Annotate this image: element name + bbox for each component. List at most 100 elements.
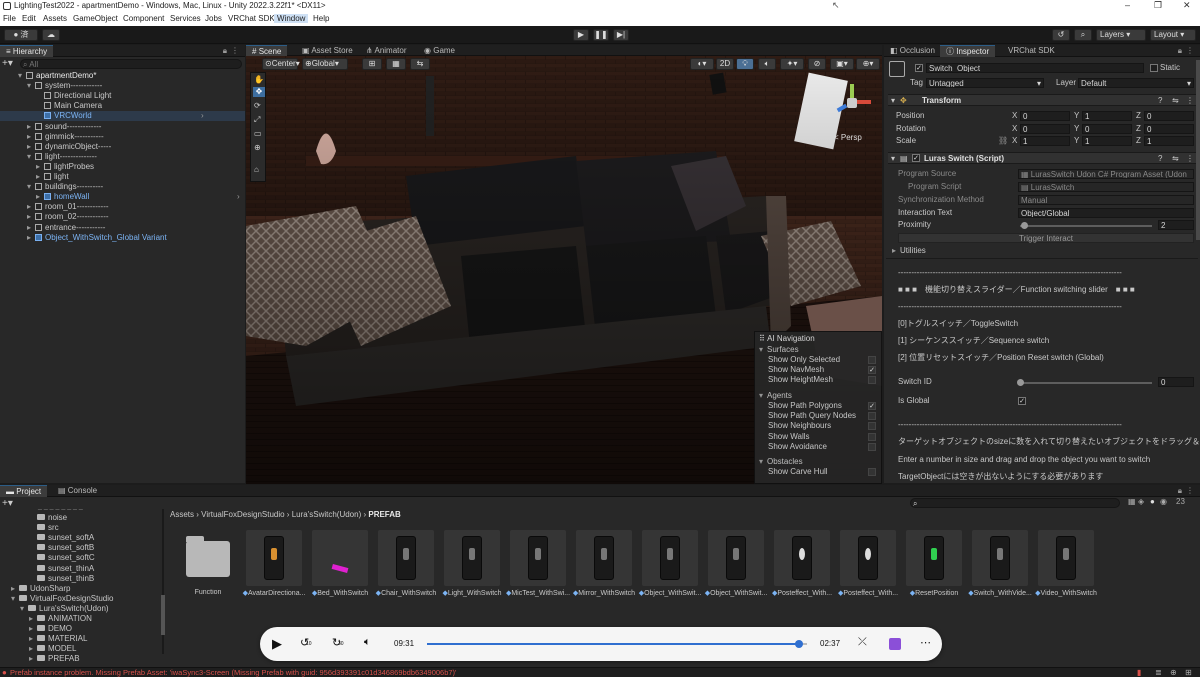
loop-off-icon[interactable]: ⤫ [858, 636, 867, 649]
breadcrumb-prefab[interactable]: PREFAB [368, 510, 400, 519]
bug-icon[interactable]: ▮ [1137, 668, 1141, 677]
proximity-slider-knob[interactable] [1021, 222, 1028, 229]
navmesh-option[interactable]: Show Carve Hull [768, 467, 828, 476]
tab-scene[interactable]: # Scene [246, 45, 288, 56]
project-folder[interactable]: noise [29, 513, 67, 523]
more-icon[interactable]: ⋮ [1186, 46, 1194, 55]
more-options-icon[interactable]: ⋯ [920, 636, 931, 649]
collapsed-icon[interactable]: ▸ [27, 132, 35, 142]
script-enabled-checkbox[interactable]: ✓ [912, 154, 920, 162]
switch-id-slider-track[interactable] [1020, 382, 1152, 384]
navmesh-option-checkbox[interactable]: ✓ [868, 366, 876, 375]
expand-icon[interactable]: ▸ [29, 614, 37, 624]
surfaces-header[interactable]: ▾ Surfaces [759, 345, 799, 354]
asset-thumbnail[interactable] [972, 530, 1028, 586]
history-icon[interactable]: ↺ [1052, 29, 1070, 41]
transform-scale-z-input[interactable]: 1 [1144, 136, 1194, 146]
breadcrumb-assets[interactable]: Assets [170, 510, 194, 519]
expanded-icon[interactable]: ▾ [27, 182, 35, 192]
asset-thumbnail[interactable] [378, 530, 434, 586]
seek-knob[interactable] [795, 640, 804, 648]
project-folder[interactable]: sunset_thinA [29, 564, 94, 574]
effects-icon[interactable]: ✦▾ [780, 58, 804, 70]
tab-game[interactable]: ◉ Game [418, 45, 461, 56]
hierarchy-item[interactable]: ▾ buildings---------- [27, 182, 103, 192]
navmesh-option[interactable]: Show Neighbours [768, 421, 831, 430]
menu-jobs[interactable]: Jobs [205, 14, 222, 23]
navmesh-option-checkbox[interactable] [868, 432, 876, 441]
gizmos-icon[interactable]: ⊕▾ [856, 58, 880, 70]
navmesh-option-checkbox[interactable] [868, 422, 876, 431]
expand-icon[interactable]: ▸ [11, 584, 19, 594]
active-checkbox[interactable]: ✓ [915, 64, 923, 72]
tab-project[interactable]: ▬ Project [0, 485, 48, 497]
custom-tool-icon[interactable]: ⌂ [254, 165, 259, 174]
rotate-tool-icon[interactable]: ⟳ [254, 101, 261, 110]
eye-icon[interactable]: ◉ [1160, 497, 1167, 506]
layer-dropdown[interactable]: Default ▾ [1078, 78, 1194, 88]
menu-file[interactable]: File [3, 14, 16, 23]
more-icon[interactable]: ⋮ [1186, 154, 1194, 163]
script-header[interactable]: ▾ ▤ ✓ Luras Switch (Script) ? ⇋ ⋮ [888, 152, 1200, 164]
tree-scrollbar[interactable] [161, 595, 165, 635]
is-global-checkbox[interactable]: ✓ [1018, 397, 1026, 405]
transform-rotation-y-input[interactable]: 0 [1082, 123, 1132, 134]
navmesh-option[interactable]: Show Walls [768, 432, 810, 441]
preset-icon[interactable]: ⇋ [1172, 96, 1179, 105]
clipchamp-icon[interactable] [889, 638, 901, 650]
lock-icon[interactable]: 🔒︎ [1178, 46, 1182, 56]
transform-position-y-input[interactable]: 1 [1082, 111, 1132, 121]
transform-header[interactable]: ▾ ✥ Transform ? ⇋ ⋮ [888, 94, 1200, 106]
warning-icon[interactable]: ● [1150, 497, 1155, 506]
menu-services[interactable]: Services [170, 14, 201, 23]
obstacles-header[interactable]: ▾ Obstacles [759, 457, 803, 466]
chevron-right-icon[interactable]: › [237, 192, 240, 202]
collapsed-icon[interactable]: ▸ [27, 212, 35, 222]
volume-icon[interactable]: 🔈︎ [364, 636, 371, 649]
collapsed-icon[interactable]: ▸ [27, 233, 35, 243]
navmesh-option-checkbox[interactable]: ✓ [868, 402, 876, 410]
chevron-right-icon[interactable]: › [201, 111, 204, 121]
expand-icon[interactable]: ▸ [29, 644, 37, 654]
asset-thumbnail[interactable] [708, 530, 764, 586]
transform-tool-icon[interactable]: ⊕ [254, 143, 261, 152]
folder-icon[interactable] [186, 536, 230, 577]
more-icon[interactable]: ⋮ [1186, 486, 1194, 495]
hierarchy-search-input[interactable]: ⌕ All [20, 59, 242, 69]
hierarchy-item[interactable]: Directional Light [36, 91, 111, 101]
more-icon[interactable]: ⋮ [231, 46, 239, 55]
lighting-icon[interactable]: 💡︎ [736, 58, 754, 70]
cloud-icon[interactable]: ☁ [42, 29, 60, 41]
move-tool-icon[interactable]: ✥ [253, 87, 265, 97]
grid-toggle-icon[interactable]: ▦ [386, 58, 406, 70]
menu-vrchat-sdk[interactable]: VRChat SDK [228, 14, 275, 23]
camera-icon[interactable]: ▣▾ [830, 58, 854, 70]
seek-track[interactable] [427, 640, 807, 648]
hierarchy-item[interactable]: ▾ light-------------- [27, 152, 97, 162]
transform-rotation-z-input[interactable]: 0 [1144, 123, 1194, 134]
trigger-interact-button[interactable]: Trigger Interact [898, 233, 1194, 243]
proximity-input[interactable]: 2 [1158, 220, 1194, 230]
tab-animator[interactable]: ⋔ Animator [360, 45, 413, 56]
hierarchy-item[interactable]: Main Camera [36, 101, 102, 111]
space-dropdown[interactable]: ⊕Global▾ [302, 58, 348, 70]
proximity-slider-track[interactable] [1020, 225, 1152, 227]
project-search-input[interactable]: ⌕ [910, 498, 1120, 508]
asset-thumbnail[interactable] [840, 530, 896, 586]
hierarchy-item[interactable]: ▸ sound------------- [27, 122, 101, 132]
tab-console[interactable]: ▤ Console [52, 485, 103, 497]
agents-header[interactable]: ▾ Agents [759, 391, 792, 400]
hierarchy-item[interactable]: ▸ room_02------------ [27, 212, 109, 222]
maximize-button[interactable]: ❐ [1154, 0, 1162, 11]
navmesh-option-checkbox[interactable] [868, 356, 876, 364]
expand-icon[interactable]: ▾ [20, 604, 28, 614]
asset-thumbnail[interactable] [1038, 530, 1094, 586]
step-button[interactable]: ▶| [613, 29, 629, 41]
menu-component[interactable]: Component [123, 14, 164, 23]
program-script-field[interactable]: ▤ LurasSwitch [1018, 182, 1194, 192]
inspector-scrollbar[interactable] [1196, 60, 1200, 240]
menu-window[interactable]: Window [274, 14, 309, 23]
project-folder[interactable]: sunset_softB [29, 543, 94, 553]
play-button[interactable]: ▶ [573, 29, 589, 41]
expand-icon[interactable]: ▸ [29, 654, 37, 664]
